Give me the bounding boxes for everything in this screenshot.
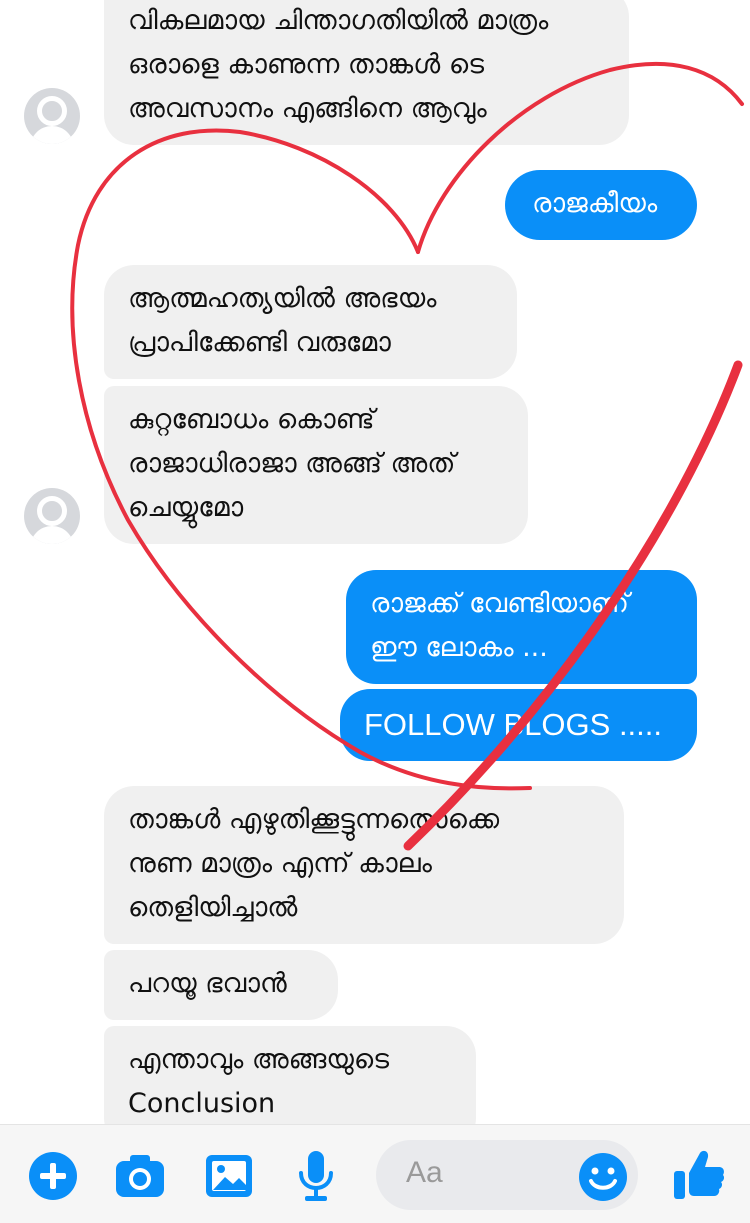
emoji-icon[interactable]: [578, 1152, 628, 1202]
message-bubble-outgoing[interactable]: FOLLOW BLOGS .....: [340, 689, 697, 761]
message-input-placeholder: Aa: [406, 1156, 443, 1189]
message-bubble-outgoing[interactable]: രാജകീയം: [505, 170, 697, 240]
composer-bar: Aa: [0, 1124, 750, 1223]
message-bubble-incoming[interactable]: പറയൂ ഭവാൻ: [104, 950, 338, 1020]
contact-avatar[interactable]: [24, 88, 80, 144]
contact-avatar[interactable]: [24, 488, 80, 544]
message-thread[interactable]: വികലമായ ചിന്താഗതിയിൽ മാത്രം ഒരാളെ കാണുന്…: [0, 0, 750, 1124]
message-bubble-incoming[interactable]: ആത്മഹത്യയിൽ അഭയം പ്രാപിക്കേണ്ടി വരുമോ: [104, 265, 517, 379]
plus-icon[interactable]: [28, 1151, 78, 1201]
image-icon[interactable]: [204, 1153, 254, 1199]
message-bubble-incoming[interactable]: എന്താവും അങ്ങയുടെ Conclusion: [104, 1026, 476, 1124]
thumbs-up-icon[interactable]: [672, 1147, 726, 1203]
microphone-icon[interactable]: [296, 1149, 336, 1203]
message-bubble-incoming[interactable]: വികലമായ ചിന്താഗതിയിൽ മാത്രം ഒരാളെ കാണുന്…: [104, 0, 629, 145]
message-bubble-outgoing[interactable]: രാജക്ക് വേണ്ടിയാണ് ഈ ലോകം ...: [346, 570, 697, 684]
camera-icon[interactable]: [114, 1153, 166, 1199]
message-bubble-incoming[interactable]: താങ്കൾ എഴുതിക്കൂട്ടുന്നതൊക്കെ നുണ മാത്രം…: [104, 786, 624, 944]
message-bubble-incoming[interactable]: കുറ്റബോധം കൊണ്ട് രാജാധിരാജാ അങ്ങ് അത് ചെ…: [104, 386, 528, 544]
